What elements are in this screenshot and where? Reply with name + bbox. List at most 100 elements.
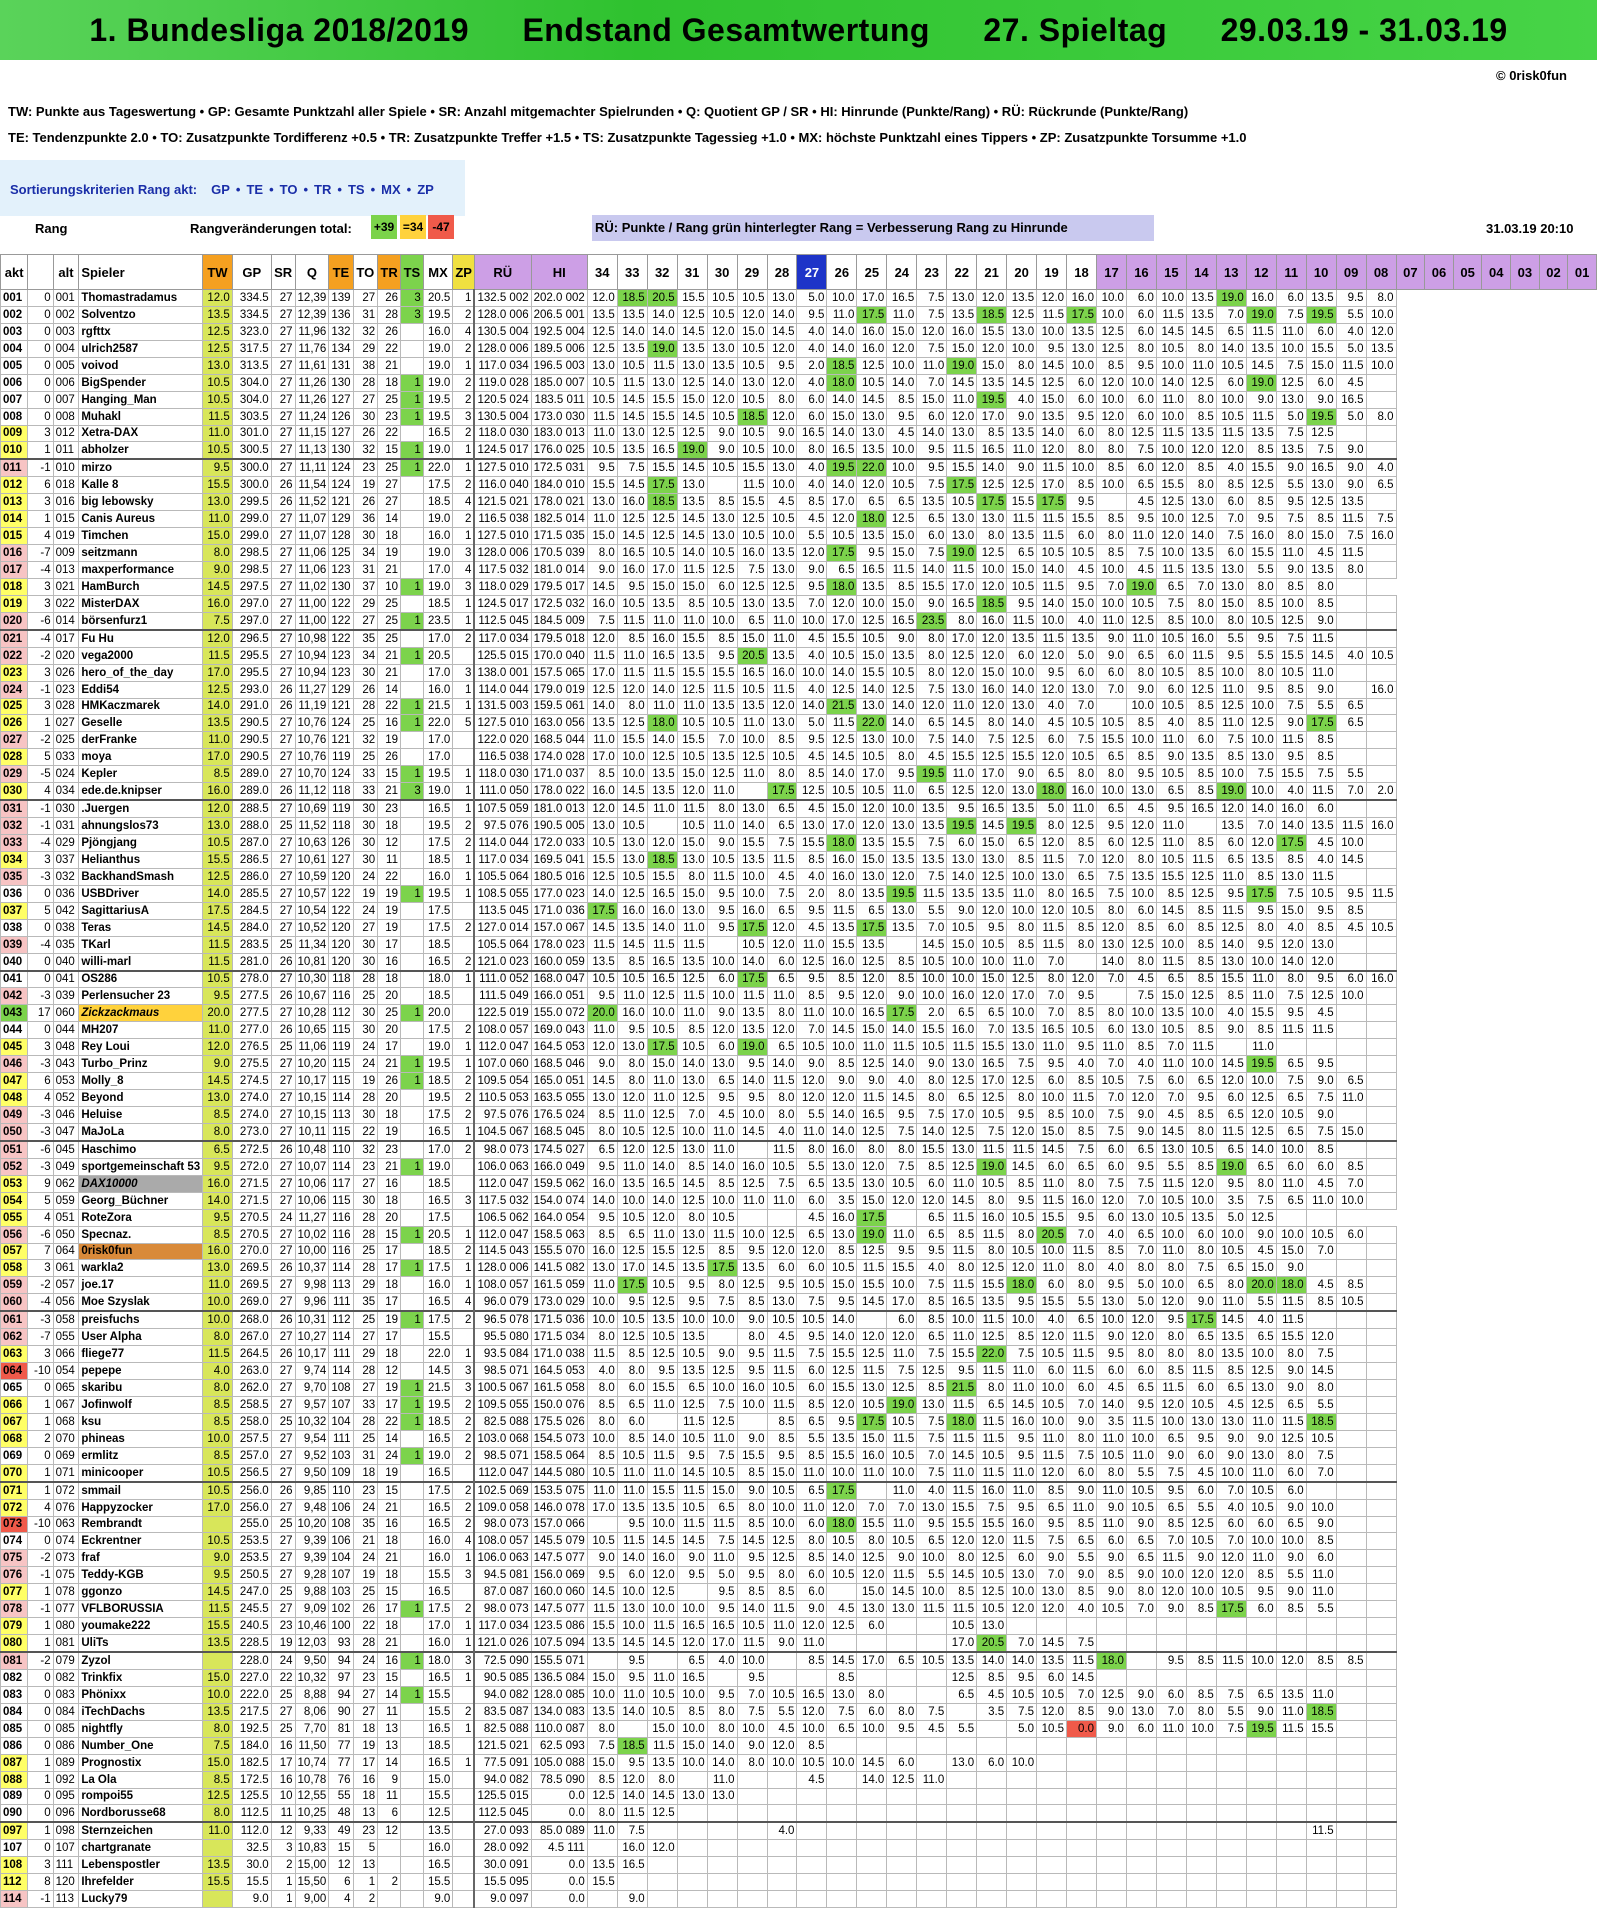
spieltag-cell: 20.0 <box>1245 1276 1277 1295</box>
spieltag-cell: 12.0 <box>1305 952 1337 972</box>
ts-cell <box>400 1753 424 1772</box>
gp-cell: 253.5 <box>231 1532 272 1551</box>
previous-rank-cell: 071 <box>52 1463 80 1483</box>
spieltag-cell: 6.0 <box>1036 1276 1068 1295</box>
mx-cell: 16.0 <box>422 1839 454 1858</box>
spieltag-cell <box>1335 1055 1367 1074</box>
rue-cell: 108.0 057 <box>473 1532 532 1551</box>
rank-change-cell: -10 <box>27 1515 54 1534</box>
spieltag-cell: 19.0 <box>976 1157 1008 1176</box>
spieltag-cell: 16.0 <box>946 1021 978 1040</box>
rank-change-cell: 6 <box>27 1072 54 1091</box>
previous-rank-cell: 061 <box>52 1259 80 1278</box>
spieltag-cell: 6.5 <box>856 901 888 920</box>
spieltag-cell <box>1305 1208 1337 1227</box>
player-name: ahnungslos73 <box>78 817 204 835</box>
spieltag-cell: 16.0 <box>826 1208 858 1227</box>
ts-cell <box>400 1276 424 1295</box>
zp-cell <box>452 1856 475 1875</box>
spieltag-cell: 11.0 <box>586 731 618 750</box>
spieltag-cell: 6.5 <box>826 561 858 579</box>
spieltag-cell: 6.0 <box>1066 1379 1097 1397</box>
spieltag-cell: 9.5 <box>1036 1515 1068 1534</box>
spieltag-cell: 8.5 <box>1096 1242 1127 1261</box>
spieltag-cell: 12.5 <box>976 544 1008 562</box>
rue-cell: 104.5 067 <box>473 1122 532 1142</box>
col-header-alt: alt <box>52 254 80 290</box>
sr-cell: 27 <box>270 611 296 631</box>
spieltag-cell <box>766 1873 798 1892</box>
rank-change-cell: 3 <box>27 697 54 716</box>
spieltag-cell: 10.5 <box>616 1122 648 1142</box>
q-cell: 10,02 <box>294 1225 330 1244</box>
spieltag-cell: 18.5 <box>616 289 648 307</box>
spieltag-cell <box>1305 1873 1337 1892</box>
spieltag-cell: 9.5 <box>646 1362 678 1380</box>
spieltag-cell: 10.5 <box>886 1446 918 1465</box>
spieltag-cell: 9.0 <box>1066 1480 1097 1500</box>
spieltag-cell <box>1335 1004 1367 1023</box>
spieltag-cell: 14.5 <box>676 1532 708 1551</box>
q-cell: 10,25 <box>294 1804 330 1823</box>
spieltag-cell: 10.5 <box>796 1038 828 1057</box>
te-cell: 114 <box>328 1362 354 1380</box>
spieltag-cell: 11.0 <box>1245 987 1277 1006</box>
spieltag-cell <box>646 1890 678 1909</box>
ts-cell: 1 <box>400 390 424 409</box>
q-cell: 10,17 <box>294 1072 330 1091</box>
spieltag-cell <box>676 1839 708 1858</box>
spieltag-cell: 16.0 <box>946 987 978 1006</box>
q-cell: 11,00 <box>294 611 330 631</box>
spieltag-cell: 18.0 <box>1036 782 1068 801</box>
previous-rank-cell: 042 <box>52 901 80 920</box>
spieltag-cell: 9.0 <box>586 1055 618 1074</box>
spieltag-cell: 13.0 <box>916 1395 948 1414</box>
spieltag-cell: 12.0 <box>976 1532 1008 1551</box>
spieltag-cell: 4.5 <box>1036 714 1068 733</box>
spieltag-cell <box>1275 1787 1307 1806</box>
table-row: 040 0 040 willi-marl 11.5 281.0 26 10,81 120 30 16… <box>0 952 1597 972</box>
to-cell: 19 <box>352 1566 379 1585</box>
table-row: 069 0 069 ermlitz 8.5 257.0 27 9,52 103 31 24 1 19.0… <box>0 1446 1597 1465</box>
col-header-spieltag-15: 15 <box>1155 254 1187 290</box>
spieltag-cell: 14.0 <box>826 1310 858 1330</box>
tw-cell: 11.0 <box>202 510 233 529</box>
spieltag-cell: 11.0 <box>676 611 708 631</box>
q-cell: 10,63 <box>294 834 330 852</box>
spieltag-cell: 19.5 <box>1245 1055 1277 1074</box>
spieltag-cell: 10.0 <box>676 1310 708 1330</box>
spieltag-cell: 16.0 <box>826 952 858 972</box>
spieltag-cell: 4.5 <box>1305 1276 1337 1295</box>
spieltag-cell: 13.5 <box>1185 424 1217 443</box>
spieltag-cell: 14.5 <box>646 1634 678 1653</box>
zp-cell: 2 <box>452 1515 475 1534</box>
mx-cell: 17.5 <box>422 476 454 495</box>
spieltag-cell: 13.0 <box>856 1174 888 1193</box>
spieltag-cell: 12.5 <box>1006 731 1038 750</box>
tr-cell: 17 <box>377 1259 401 1278</box>
spieltag-cell: 14.5 <box>646 1787 678 1806</box>
spieltag-cell: 4.5 <box>1305 544 1337 562</box>
spieltag-cell: 11.5 <box>1305 1821 1337 1841</box>
rank-change-cell: 1 <box>27 1821 54 1841</box>
spieltag-cell: 8.5 <box>1185 782 1217 801</box>
spieltag-cell <box>1066 1770 1097 1789</box>
hi-cell: 169.5 041 <box>530 850 588 869</box>
tr-cell: 12 <box>377 834 401 852</box>
spieltag-cell: 4.0 <box>1305 850 1337 869</box>
spieltag-cell: 7.5 <box>1096 867 1127 886</box>
spieltag-cell: 11.5 <box>676 1412 708 1431</box>
spieltag-cell: 12.5 <box>946 1157 978 1176</box>
spieltag-cell: 12.0 <box>646 1839 678 1858</box>
spieltag-cell: 8.5 <box>916 1293 948 1312</box>
spieltag-cell: 13.5 <box>976 1293 1008 1312</box>
col-header-spieltag-27: 27 <box>796 254 828 290</box>
spieltag-cell: 10.0 <box>1245 1532 1277 1551</box>
spieltag-cell: 7.5 <box>916 1412 948 1431</box>
player-name: MaJoLa <box>78 1122 204 1142</box>
spieltag-cell: 6.5 <box>1096 799 1127 819</box>
spieltag-cell: 8.5 <box>616 628 648 648</box>
spieltag-cell: 12.0 <box>766 1021 798 1040</box>
spieltag-cell: 9.5 <box>886 1242 918 1261</box>
spieltag-cell: 9.0 <box>1006 407 1038 426</box>
